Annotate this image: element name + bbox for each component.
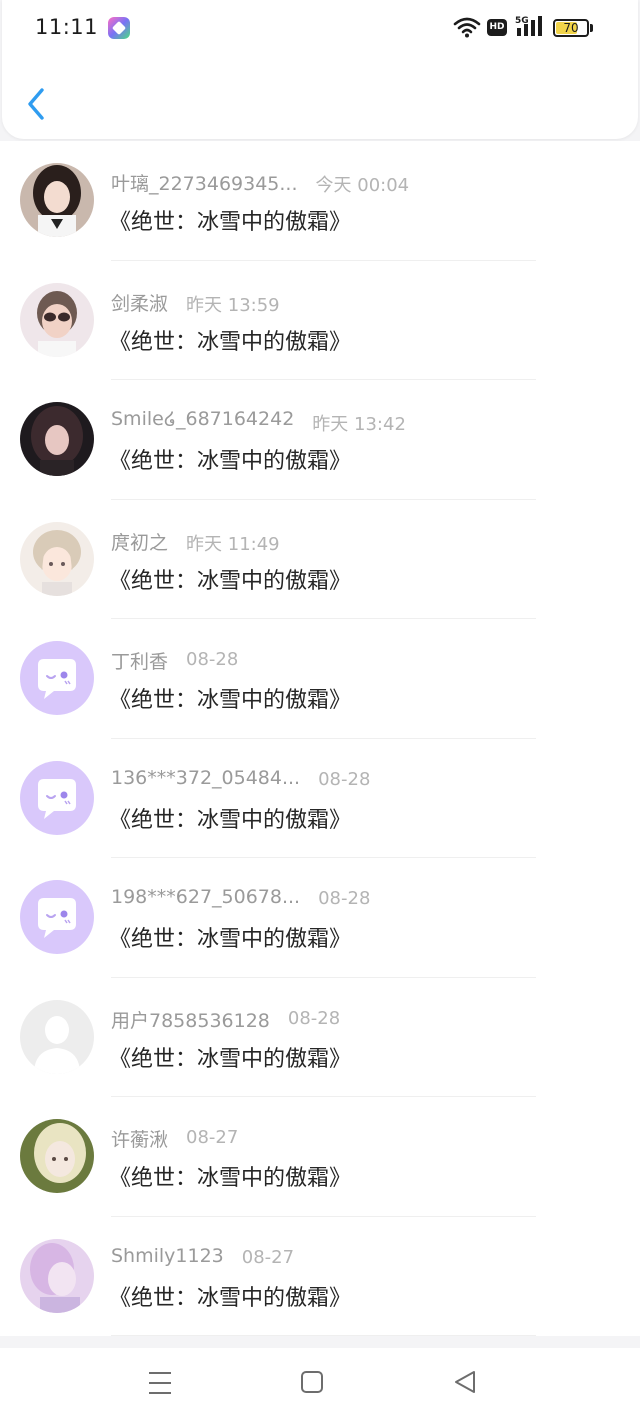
sender-name: 许蘅湫 — [111, 1129, 169, 1151]
message-time: 昨天 13:59 — [186, 294, 280, 316]
battery-icon: 70 — [553, 19, 589, 37]
avatar[interactable] — [20, 760, 94, 835]
message-row[interactable]: 136***372_05484... 08-28 《绝世：冰雪中的傲霜》 — [0, 738, 640, 858]
message-row[interactable]: 用户7858536128 08-28 《绝世：冰雪中的傲霜》 — [0, 977, 640, 1097]
sender-name: Shmily1123 — [111, 1244, 224, 1267]
hd-icon: HD — [487, 19, 507, 36]
message-text: 《绝世：冰雪中的傲霜》 — [109, 1166, 352, 1191]
message-row[interactable]: 叶璃_2273469345... 今天 00:04 《绝世：冰雪中的傲霜》 — [0, 141, 640, 261]
sender-name: 用户7858536128 — [111, 1009, 270, 1032]
message-text: 《绝世：冰雪中的傲霜》 — [109, 210, 352, 235]
home-square-icon — [301, 1371, 323, 1393]
sender-name: 136***372_05484... — [111, 766, 301, 789]
message-time: 今天 00:04 — [315, 175, 410, 196]
message-row[interactable]: Shmily1123 08-27 《绝世：冰雪中的傲霜》 — [0, 1216, 640, 1336]
message-text: 《绝世：冰雪中的傲霜》 — [109, 688, 352, 713]
header: 11:11 HD 5G 70 — [2, 0, 638, 139]
5g-signal-icon: 5G — [515, 16, 542, 36]
sender-name: 198***627_50678... — [111, 886, 301, 908]
chevron-left-icon — [28, 88, 44, 120]
screen: 11:11 HD 5G 70 叶璃_2273469345... 今天 00:04… — [0, 0, 640, 1422]
message-text: 《绝世：冰雪中的傲霜》 — [109, 1046, 352, 1072]
status-time: 11:11 — [35, 15, 99, 39]
wifi-icon — [453, 17, 481, 38]
message-time: 08-28 — [318, 888, 371, 909]
avatar[interactable] — [20, 1119, 94, 1193]
sender-name: 剑柔淑 — [111, 292, 169, 315]
avatar[interactable] — [20, 1238, 94, 1313]
message-time: 08-28 — [318, 768, 371, 790]
message-row[interactable]: Smile໒_687164242 昨天 13:42 《绝世：冰雪中的傲霜》 — [0, 380, 640, 500]
message-text: 《绝世：冰雪中的傲霜》 — [109, 927, 352, 952]
message-list: 叶璃_2273469345... 今天 00:04 《绝世：冰雪中的傲霜》 剑柔淑 昨天… — [0, 141, 640, 1336]
avatar[interactable] — [20, 999, 94, 1074]
avatar[interactable] — [20, 641, 94, 715]
message-time: 08-28 — [287, 1007, 341, 1029]
message-time: 08-27 — [186, 1127, 239, 1148]
message-text: 《绝世：冰雪中的傲霜》 — [109, 449, 352, 474]
message-row[interactable]: 丁利香 08-28 《绝世：冰雪中的傲霜》 — [0, 619, 640, 739]
message-time: 昨天 13:42 — [312, 414, 406, 435]
message-text: 《绝世：冰雪中的傲霜》 — [109, 568, 352, 594]
sender-name: 叶璃_2273469345... — [111, 173, 298, 195]
row-divider — [111, 1335, 536, 1336]
sender-name: Smile໒_687164242 — [111, 408, 295, 430]
message-text: 《绝世：冰雪中的傲霜》 — [109, 1285, 352, 1311]
avatar[interactable] — [20, 880, 94, 954]
battery-cap — [590, 24, 593, 32]
message-row[interactable]: 198***627_50678... 08-28 《绝世：冰雪中的傲霜》 — [0, 858, 640, 978]
avatar[interactable] — [20, 163, 94, 237]
message-text: 《绝世：冰雪中的傲霜》 — [109, 807, 352, 833]
message-time: 08-28 — [186, 649, 239, 670]
sender-name: 丁利香 — [111, 651, 169, 673]
message-row[interactable]: 剑柔淑 昨天 13:59 《绝世：冰雪中的傲霜》 — [0, 260, 640, 380]
battery-level: 70 — [563, 21, 579, 35]
message-time: 08-27 — [241, 1246, 295, 1268]
message-time: 昨天 11:49 — [186, 533, 280, 555]
sender-name: 庹初之 — [111, 531, 169, 554]
menu-button[interactable] — [140, 1368, 180, 1398]
message-row[interactable]: 庹初之 昨天 11:49 《绝世：冰雪中的傲霜》 — [0, 499, 640, 619]
menu-icon — [149, 1372, 171, 1394]
system-nav-bar — [0, 1348, 640, 1422]
back-button[interactable] — [20, 84, 56, 124]
avatar[interactable] — [20, 521, 94, 596]
avatar[interactable] — [20, 402, 94, 476]
app-badge-icon — [108, 17, 130, 39]
message-text: 《绝世：冰雪中的傲霜》 — [109, 329, 352, 355]
back-triangle-icon — [455, 1371, 475, 1393]
avatar[interactable] — [20, 282, 94, 357]
status-bar: 11:11 HD 5G 70 — [2, 0, 638, 56]
home-button[interactable] — [292, 1368, 332, 1398]
system-back-button[interactable] — [444, 1368, 484, 1398]
message-row[interactable]: 许蘅湫 08-27 《绝世：冰雪中的傲霜》 — [0, 1097, 640, 1217]
